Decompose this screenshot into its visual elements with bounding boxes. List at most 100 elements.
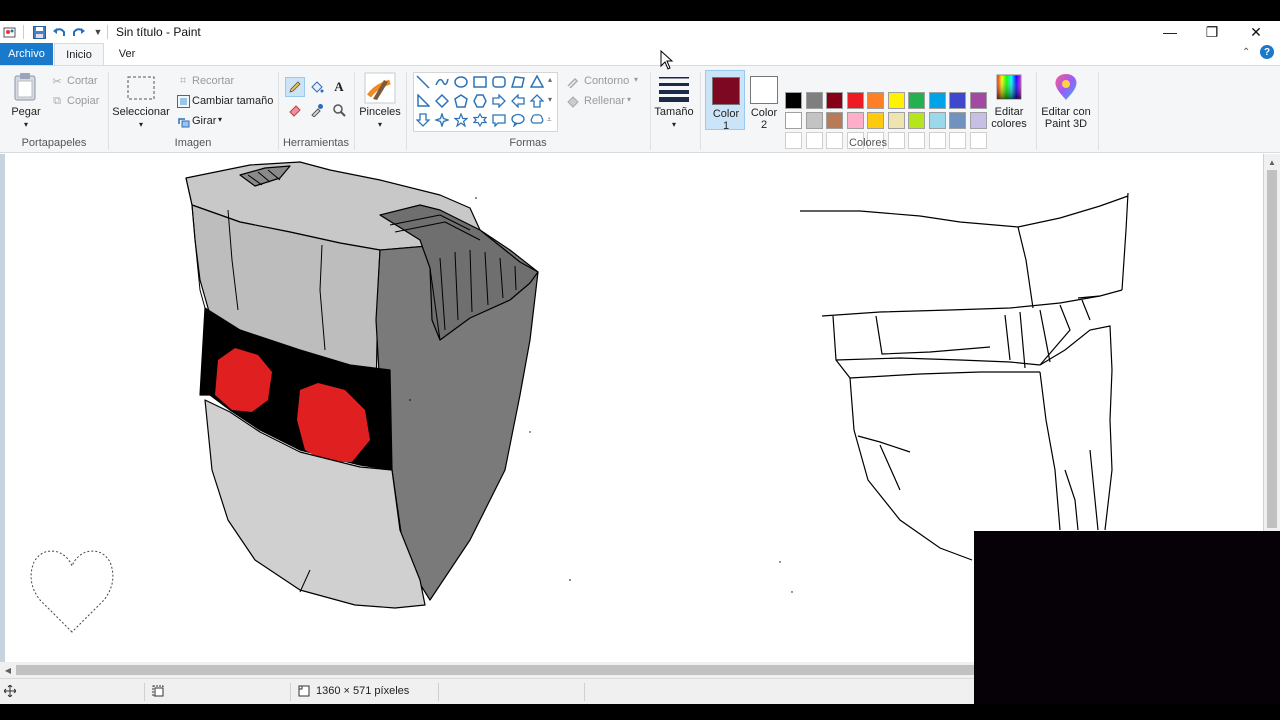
paint3d-icon[interactable] — [1052, 72, 1080, 102]
tab-view[interactable]: Ver — [108, 43, 146, 65]
crop-icon[interactable]: ⌗ — [176, 74, 190, 88]
color2-button[interactable]: Color 2 — [744, 70, 784, 131]
rotate-button[interactable]: Girar — [192, 115, 216, 127]
edit-colors-icon[interactable] — [996, 74, 1022, 100]
palette-swatch[interactable] — [867, 112, 884, 129]
color-picker-icon[interactable] — [307, 100, 327, 120]
fill-dropdown-icon[interactable]: ▾ — [627, 95, 631, 104]
select-icon[interactable] — [127, 76, 155, 100]
palette-swatch[interactable] — [928, 112, 946, 129]
palette-swatch[interactable] — [928, 92, 946, 109]
right-arrow-shape-icon[interactable] — [490, 92, 508, 110]
rounded-rectangle-shape-icon[interactable] — [490, 73, 508, 91]
oval-callout-shape-icon[interactable] — [509, 111, 527, 129]
palette-swatch[interactable] — [785, 112, 802, 129]
six-point-star-shape-icon[interactable] — [471, 111, 489, 129]
minimize-button[interactable]: — — [1148, 21, 1192, 43]
five-point-star-shape-icon[interactable] — [452, 111, 470, 129]
palette-swatch[interactable] — [846, 112, 864, 129]
restore-button[interactable]: ❐ — [1190, 21, 1234, 43]
size-button[interactable]: Tamaño ▾ — [652, 106, 696, 130]
polygon-shape-icon[interactable] — [509, 73, 527, 91]
copy-icon[interactable]: ⧉ — [50, 94, 64, 108]
edit-colors-button[interactable]: Editar colores — [986, 106, 1032, 130]
up-arrow-shape-icon[interactable] — [528, 92, 546, 110]
color1-swatch — [712, 77, 740, 105]
left-arrow-shape-icon[interactable] — [509, 92, 527, 110]
outline-icon[interactable] — [565, 74, 579, 88]
down-arrow-shape-icon[interactable] — [414, 111, 432, 129]
rectangle-shape-icon[interactable] — [471, 73, 489, 91]
resize-button[interactable]: Cambiar tamaño — [192, 95, 273, 107]
eraser-icon[interactable] — [285, 100, 305, 120]
palette-swatch[interactable] — [846, 92, 864, 109]
fill-bucket-icon[interactable] — [307, 77, 327, 97]
palette-swatch[interactable] — [949, 92, 966, 109]
shapes-expand-icon[interactable]: ⩡ — [547, 115, 552, 125]
palette-swatch[interactable] — [867, 92, 884, 109]
shapes-scroll-up-icon[interactable]: ▴ — [548, 75, 552, 84]
paste-icon[interactable] — [13, 72, 39, 102]
rotate-dropdown-icon[interactable]: ▾ — [218, 115, 222, 124]
diamond-shape-icon[interactable] — [433, 92, 451, 110]
horizontal-scroll-thumb[interactable] — [16, 665, 976, 675]
paint-app-icon[interactable] — [3, 25, 17, 39]
fill-icon[interactable] — [565, 94, 579, 108]
select-button[interactable]: Seleccionar ▾ — [112, 106, 170, 130]
oval-shape-icon[interactable] — [452, 73, 470, 91]
crop-button[interactable]: Recortar — [192, 75, 234, 87]
palette-swatch[interactable] — [805, 112, 823, 129]
brushes-button[interactable]: Pinceles ▾ — [358, 106, 402, 130]
vertical-scroll-thumb[interactable] — [1267, 170, 1277, 528]
outline-dropdown-icon[interactable]: ▾ — [634, 75, 638, 84]
palette-swatch[interactable] — [949, 112, 966, 129]
four-point-star-shape-icon[interactable] — [433, 111, 451, 129]
tab-home[interactable]: Inicio — [54, 43, 104, 65]
cut-icon[interactable]: ✂ — [50, 74, 64, 88]
rotate-icon[interactable] — [176, 114, 190, 128]
rect-callout-shape-icon[interactable] — [490, 111, 508, 129]
magnifier-icon[interactable] — [329, 100, 349, 120]
palette-swatch[interactable] — [826, 92, 843, 109]
fill-button[interactable]: Rellenar — [584, 95, 625, 107]
cut-button[interactable]: Cortar — [67, 75, 98, 87]
palette-swatch[interactable] — [887, 92, 905, 109]
brushes-icon[interactable] — [364, 72, 396, 104]
scroll-up-icon[interactable]: ▲ — [1264, 154, 1280, 170]
palette-swatch[interactable] — [887, 112, 905, 129]
paste-button[interactable]: Pegar ▾ — [8, 106, 44, 130]
cloud-callout-shape-icon[interactable] — [528, 111, 546, 129]
redo-icon[interactable] — [72, 25, 86, 39]
resize-icon[interactable] — [176, 94, 190, 108]
triangle-shape-icon[interactable] — [528, 73, 546, 91]
palette-swatch[interactable] — [969, 112, 987, 129]
tab-file[interactable]: Archivo — [0, 43, 53, 65]
window-title: Sin título - Paint — [116, 25, 201, 39]
right-triangle-shape-icon[interactable] — [414, 92, 432, 110]
palette-swatch[interactable] — [826, 112, 843, 129]
palette-swatch[interactable] — [805, 92, 823, 109]
line-shape-icon[interactable] — [414, 73, 432, 91]
scroll-left-icon[interactable]: ◀ — [0, 662, 16, 678]
customize-quick-access-icon[interactable]: ▼ — [91, 25, 105, 39]
text-tool-icon[interactable]: A — [329, 77, 349, 97]
outline-button[interactable]: Contorno — [584, 75, 629, 87]
palette-swatch[interactable] — [785, 92, 802, 109]
edit-with-paint3d-button[interactable]: Editar con Paint 3D — [1038, 106, 1094, 130]
undo-icon[interactable] — [52, 25, 66, 39]
size-icon[interactable] — [658, 74, 690, 102]
hexagon-shape-icon[interactable] — [471, 92, 489, 110]
palette-swatch[interactable] — [969, 92, 987, 109]
collapse-ribbon-icon[interactable]: ⌃ — [1242, 47, 1250, 58]
shapes-scroll-down-icon[interactable]: ▾ — [548, 95, 552, 104]
help-icon[interactable]: ? — [1260, 45, 1274, 59]
save-icon[interactable] — [32, 25, 46, 39]
palette-swatch[interactable] — [908, 92, 925, 109]
curve-shape-icon[interactable] — [433, 73, 451, 91]
color1-button[interactable]: Color 1 — [705, 70, 745, 132]
pentagon-shape-icon[interactable] — [452, 92, 470, 110]
pencil-tool-icon[interactable] — [285, 77, 305, 97]
copy-button[interactable]: Copiar — [67, 95, 99, 107]
close-button[interactable]: ✕ — [1234, 21, 1278, 43]
palette-swatch[interactable] — [908, 112, 925, 129]
